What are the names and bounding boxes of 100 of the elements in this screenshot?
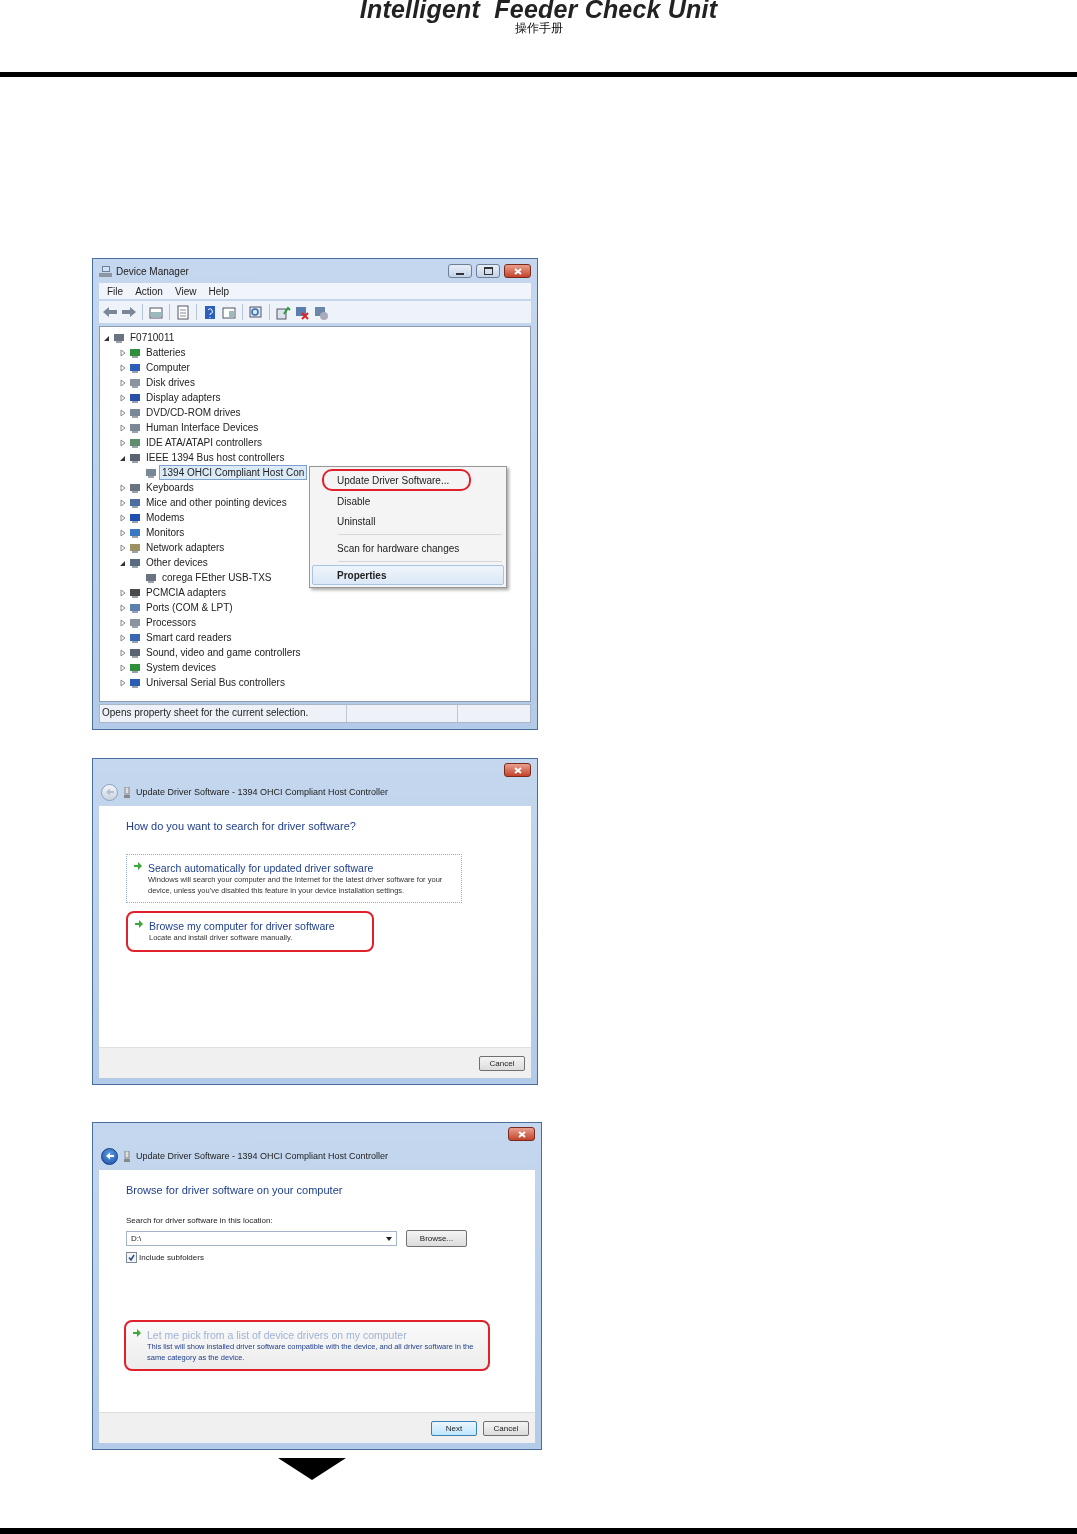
- remove-icon[interactable]: [294, 304, 310, 320]
- device-icon: [129, 391, 141, 404]
- maximize-button[interactable]: [476, 264, 500, 278]
- computer-icon: [99, 265, 112, 277]
- device-icon: [129, 406, 141, 419]
- panel-icon[interactable]: [221, 304, 237, 320]
- tree-item[interactable]: Disk drives: [143, 375, 198, 390]
- expand-arrow-icon[interactable]: [119, 498, 127, 507]
- expand-arrow-icon[interactable]: [119, 633, 127, 642]
- tree-item[interactable]: Ports (COM & LPT): [143, 600, 236, 615]
- expand-arrow-icon[interactable]: [119, 528, 127, 537]
- close-icon: [513, 766, 522, 774]
- tree-item[interactable]: Network adapters: [143, 540, 228, 555]
- expand-arrow-icon[interactable]: [119, 483, 127, 492]
- download-icon[interactable]: [313, 304, 329, 320]
- device-icon: [145, 571, 157, 584]
- tree-item[interactable]: DVD/CD-ROM drives: [143, 405, 244, 420]
- expand-arrow-icon[interactable]: [119, 678, 127, 687]
- tree-item[interactable]: 1394 OHCI Compliant Host Con: [159, 465, 308, 480]
- tree-item[interactable]: Monitors: [143, 525, 188, 540]
- dialog-button[interactable]: Cancel: [483, 1420, 529, 1436]
- tree-item[interactable]: Keyboards: [143, 480, 197, 495]
- document-icon[interactable]: [175, 304, 191, 320]
- device-icon: [129, 361, 141, 374]
- tree-item[interactable]: Human Interface Devices: [143, 420, 262, 435]
- device-icon: [129, 451, 141, 464]
- menu-item[interactable]: Uninstall: [312, 511, 504, 531]
- device-icon: [129, 601, 141, 614]
- menu-item[interactable]: Disable: [312, 491, 504, 511]
- minimize-button[interactable]: [448, 264, 472, 278]
- tree-item[interactable]: Universal Serial Bus controllers: [143, 675, 288, 690]
- option-title: Browse my computer for driver software: [149, 919, 335, 933]
- expand-arrow-icon[interactable]: [119, 543, 127, 552]
- expand-arrow-icon[interactable]: [119, 618, 127, 627]
- close-icon: [517, 1130, 526, 1138]
- expand-arrow-icon[interactable]: [119, 423, 127, 432]
- menu-item[interactable]: Scan for hardware changes: [312, 538, 504, 558]
- menu-item[interactable]: Help: [202, 285, 235, 297]
- update-icon[interactable]: [275, 304, 291, 320]
- tree-item[interactable]: Processors: [143, 615, 199, 630]
- tree-item[interactable]: Computer: [143, 360, 193, 375]
- help-icon[interactable]: [202, 304, 218, 320]
- dialog-title: Update Driver Software - 1394 OHCI Compliant Host Controller: [136, 787, 389, 797]
- dialog-button[interactable]: Next: [431, 1420, 477, 1436]
- tree-item[interactable]: Sound, video and game controllers: [143, 645, 304, 660]
- menu-item[interactable]: File: [101, 285, 130, 297]
- menu-item[interactable]: Update Driver Software...: [322, 469, 471, 491]
- panel-icon[interactable]: [148, 304, 164, 320]
- tree-item[interactable]: Modems: [143, 510, 188, 525]
- arrow-icon: [134, 919, 144, 929]
- expand-arrow-icon[interactable]: [119, 663, 127, 672]
- tree-item[interactable]: Smart card readers: [143, 630, 235, 645]
- expand-arrow-icon[interactable]: [119, 513, 127, 522]
- down-arrow-icon: [278, 1458, 346, 1480]
- checkbox[interactable]: [126, 1252, 137, 1263]
- tree-item[interactable]: System devices: [143, 660, 220, 675]
- expand-arrow-icon[interactable]: [119, 393, 127, 402]
- device-icon: [129, 541, 141, 554]
- close-icon: [513, 267, 522, 275]
- page-subtitle: 操作手册: [514, 21, 563, 35]
- back-icon[interactable]: [102, 304, 118, 320]
- tree-item[interactable]: Batteries: [143, 345, 189, 360]
- tree-item[interactable]: Other devices: [143, 555, 211, 570]
- option-link[interactable]: [126, 854, 462, 903]
- window-title: Device Manager: [116, 265, 190, 277]
- field-label: Search for driver software in this location:: [126, 1216, 274, 1225]
- browse-button[interactable]: Browse...: [406, 1230, 467, 1247]
- device-icon: [129, 421, 141, 434]
- tree-item[interactable]: corega FEther USB-TXS: [159, 570, 275, 585]
- device-icon: [129, 496, 141, 509]
- expand-arrow-icon[interactable]: [119, 363, 127, 372]
- dialog-heading: How do you want to search for driver software?: [126, 820, 357, 832]
- expand-arrow-icon[interactable]: [119, 588, 127, 597]
- close-button[interactable]: [508, 1127, 535, 1141]
- dialog-title: Update Driver Software - 1394 OHCI Compliant Host Controller: [136, 1151, 389, 1161]
- device-icon: [129, 376, 141, 389]
- menu-item[interactable]: Action: [129, 285, 169, 297]
- menu-item[interactable]: View: [168, 285, 203, 297]
- tree-item[interactable]: Mice and other pointing devices: [143, 495, 290, 510]
- expand-arrow-icon[interactable]: [119, 408, 127, 417]
- tree-item[interactable]: IEEE 1394 Bus host controllers: [143, 450, 288, 465]
- magnifier-icon[interactable]: [248, 304, 264, 320]
- menu-item[interactable]: Properties: [312, 565, 504, 585]
- location-combo-box[interactable]: D:\: [126, 1231, 397, 1246]
- expand-arrow-icon[interactable]: [119, 648, 127, 657]
- back-button[interactable]: [101, 1147, 118, 1165]
- tree-item[interactable]: IDE ATA/ATAPI controllers: [143, 435, 265, 450]
- device-icon: [129, 346, 141, 359]
- dialog-heading: Browse for driver software on your computer: [126, 1184, 344, 1196]
- tree-item[interactable]: PCMCIA adapters: [143, 585, 230, 600]
- forward-icon[interactable]: [121, 304, 137, 320]
- tree-item[interactable]: F0710011: [127, 330, 178, 345]
- dialog-button[interactable]: Cancel: [479, 1055, 525, 1071]
- expand-arrow-icon[interactable]: [119, 438, 127, 447]
- close-button[interactable]: [504, 264, 531, 278]
- expand-arrow-icon[interactable]: [119, 378, 127, 387]
- expand-arrow-icon[interactable]: [119, 348, 127, 357]
- tree-item[interactable]: Display adapters: [143, 390, 224, 405]
- close-button[interactable]: [504, 763, 531, 777]
- expand-arrow-icon[interactable]: [119, 603, 127, 612]
